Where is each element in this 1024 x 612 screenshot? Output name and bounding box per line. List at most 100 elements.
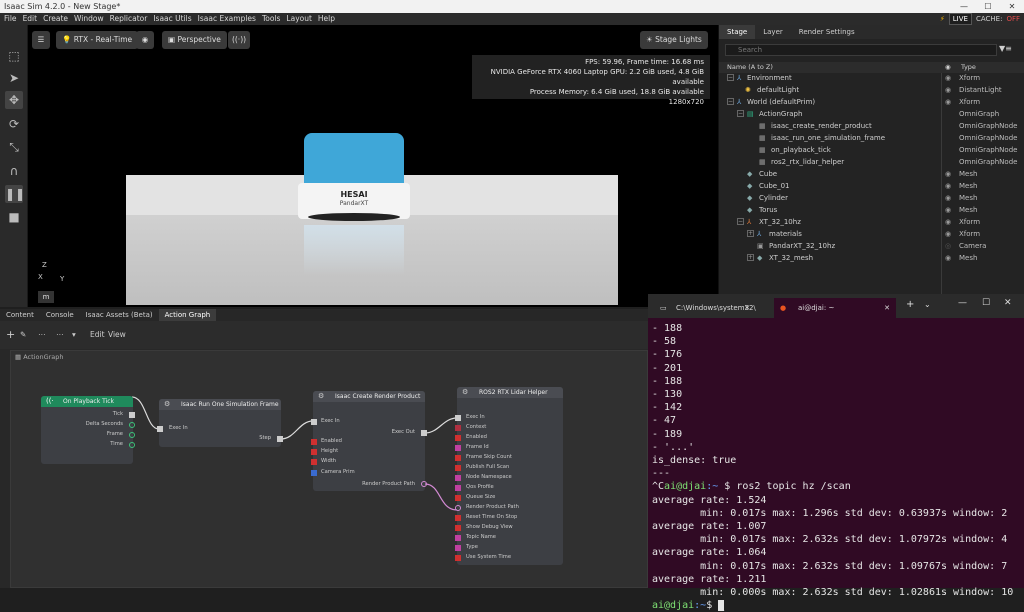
- graph-menu-edit[interactable]: Edit: [90, 321, 105, 349]
- terminal-tab-cmd[interactable]: ▭ C:\Windows\system32\ ✕: [652, 298, 756, 318]
- minimize-icon[interactable]: —: [958, 298, 967, 308]
- rotate-icon[interactable]: ⟳: [5, 115, 23, 133]
- pin[interactable]: [455, 475, 461, 481]
- eye-icon[interactable]: ◉: [945, 252, 951, 264]
- pin[interactable]: [455, 465, 461, 471]
- stage-row[interactable]: − ▤ ActionGraph OmniGraph: [719, 108, 1024, 120]
- dropdown-icon[interactable]: ▾: [72, 321, 76, 349]
- pin[interactable]: [129, 442, 135, 448]
- eye-icon[interactable]: ◉: [945, 228, 951, 240]
- close-icon[interactable]: ✕: [884, 298, 890, 318]
- expand-icon[interactable]: +: [747, 254, 754, 261]
- collapse-icon[interactable]: −: [737, 110, 744, 117]
- pin[interactable]: [277, 436, 283, 442]
- graph-canvas[interactable]: ▦ ActionGraph On Playback Tick ((· Tick …: [10, 350, 648, 588]
- units-button[interactable]: m: [38, 291, 54, 303]
- stage-row[interactable]: ▦ isaac_run_one_simulation_frame OmniGraph…: [719, 132, 1024, 144]
- pin[interactable]: [421, 430, 427, 436]
- pin[interactable]: [129, 432, 135, 438]
- pin[interactable]: [455, 445, 461, 451]
- eye-icon[interactable]: ◉: [945, 216, 951, 228]
- new-tab-icon[interactable]: +: [906, 299, 914, 310]
- stage-row[interactable]: ◆ Cylinder ◉ Mesh: [719, 192, 1024, 204]
- collapse-icon[interactable]: −: [727, 74, 734, 81]
- close-window-icon[interactable]: ✕: [1004, 298, 1012, 308]
- pin[interactable]: [455, 485, 461, 491]
- edit-pencil-icon[interactable]: ✎: [20, 321, 26, 349]
- eye-icon[interactable]: ◉: [945, 192, 951, 204]
- tab-layer[interactable]: Layer: [755, 25, 791, 39]
- stage-row[interactable]: ◆ Cube ◉ Mesh: [719, 168, 1024, 180]
- pin[interactable]: [455, 435, 461, 441]
- tab-console[interactable]: Console: [40, 309, 80, 321]
- pin[interactable]: [455, 545, 461, 551]
- stage-row[interactable]: ▦ on_playback_tick OmniGraphNode: [719, 144, 1024, 156]
- menu-isaac-examples[interactable]: Isaac Examples: [198, 13, 256, 25]
- menu-edit[interactable]: Edit: [23, 13, 38, 25]
- terminal-prompt-line[interactable]: ai@djai:~$ _: [652, 599, 1022, 612]
- pin[interactable]: [455, 425, 461, 431]
- pin[interactable]: [455, 525, 461, 531]
- maximize-icon[interactable]: ☐: [976, 0, 1000, 13]
- viewport[interactable]: HESAI PandarXT ☰ 💡 RTX - Real-Time ◉ ▣ P…: [28, 25, 718, 307]
- stage-lights-button[interactable]: ☀ Stage Lights: [640, 31, 708, 49]
- node-run-simulation-frame[interactable]: Isaac Run One Simulation Frame ⚙ Exec In…: [157, 399, 283, 447]
- menu-tools[interactable]: Tools: [262, 13, 280, 25]
- terminal-window[interactable]: ▭ C:\Windows\system32\ ✕ ● ai@djai: ~ ✕ + …: [648, 294, 1024, 612]
- live-button[interactable]: LIVE: [948, 13, 972, 25]
- menu-help[interactable]: Help: [318, 13, 335, 25]
- stage-row[interactable]: ▣ PandarXT_32_10hz ◎ Camera: [719, 240, 1024, 252]
- pin[interactable]: [311, 439, 317, 445]
- stage-row[interactable]: ◆ Cube_01 ◉ Mesh: [719, 180, 1024, 192]
- menu-isaac-utils[interactable]: Isaac Utils: [153, 13, 191, 25]
- menu-replicator[interactable]: Replicator: [110, 13, 148, 25]
- scale-icon[interactable]: ⤡: [5, 138, 23, 156]
- renderer-button[interactable]: 💡 RTX - Real-Time: [56, 31, 139, 49]
- collapse-icon[interactable]: −: [727, 98, 734, 105]
- stage-row[interactable]: − ⅄ Environment ◉ Xform: [719, 72, 1024, 84]
- stage-row[interactable]: + ⅄ materials ◉ Xform: [719, 228, 1024, 240]
- eye-icon[interactable]: ◉: [136, 31, 154, 49]
- select-icon[interactable]: ⬚: [5, 47, 23, 65]
- menu-create[interactable]: Create: [43, 13, 68, 25]
- pin[interactable]: [455, 495, 461, 501]
- graph-menu-view[interactable]: View: [108, 321, 126, 349]
- pause-icon[interactable]: ❚❚: [5, 185, 25, 203]
- settings-sliders-icon[interactable]: ☰: [32, 31, 50, 49]
- add-icon[interactable]: +: [6, 321, 15, 349]
- stage-row[interactable]: ▦ isaac_create_render_product OmniGraphNod…: [719, 120, 1024, 132]
- pin[interactable]: [455, 535, 461, 541]
- eye-icon[interactable]: ◉: [945, 168, 951, 180]
- minimize-icon[interactable]: —: [952, 0, 976, 13]
- eye-icon[interactable]: ◉: [945, 72, 951, 84]
- tab-content[interactable]: Content: [0, 309, 40, 321]
- pin[interactable]: [455, 515, 461, 521]
- stop-icon[interactable]: ■: [5, 208, 23, 226]
- pin[interactable]: [311, 419, 317, 425]
- pointer-icon[interactable]: ➤: [5, 69, 23, 87]
- close-icon[interactable]: ✕: [744, 298, 750, 318]
- expand-icon[interactable]: +: [747, 230, 754, 237]
- node-ros2-rtx-lidar-helper[interactable]: ROS2 RTX Lidar Helper ⚙ Exec In Context …: [455, 387, 563, 565]
- cache-state[interactable]: OFF: [1006, 15, 1020, 23]
- collapse-icon[interactable]: −: [737, 218, 744, 225]
- node-create-render-product[interactable]: Isaac Create Render Product ⚙ Exec In En…: [311, 391, 427, 491]
- filter-icon[interactable]: ▼≡: [999, 44, 1012, 53]
- pin[interactable]: [129, 422, 135, 428]
- pin[interactable]: [157, 426, 163, 432]
- tab-isaac-assets[interactable]: Isaac Assets (Beta): [80, 309, 159, 321]
- eye-icon[interactable]: ◉: [945, 96, 951, 108]
- menu-layout[interactable]: Layout: [286, 13, 312, 25]
- tab-render-settings[interactable]: Render Settings: [791, 25, 863, 39]
- pin[interactable]: [455, 505, 461, 511]
- pin[interactable]: [455, 455, 461, 461]
- pin[interactable]: [311, 449, 317, 455]
- eye-hidden-icon[interactable]: ◎: [945, 240, 951, 252]
- layout-alt-icon[interactable]: ⋯: [56, 321, 64, 349]
- close-icon[interactable]: ✕: [1000, 0, 1024, 13]
- pin[interactable]: [455, 415, 461, 421]
- chevron-down-icon[interactable]: ⌄: [924, 300, 931, 309]
- stage-row[interactable]: − ⅄ World (defaultPrim) ◉ Xform: [719, 96, 1024, 108]
- stage-row[interactable]: ▦ ros2_rtx_lidar_helper OmniGraphNode: [719, 156, 1024, 168]
- stage-row[interactable]: + ◆ XT_32_mesh ◉ Mesh: [719, 252, 1024, 264]
